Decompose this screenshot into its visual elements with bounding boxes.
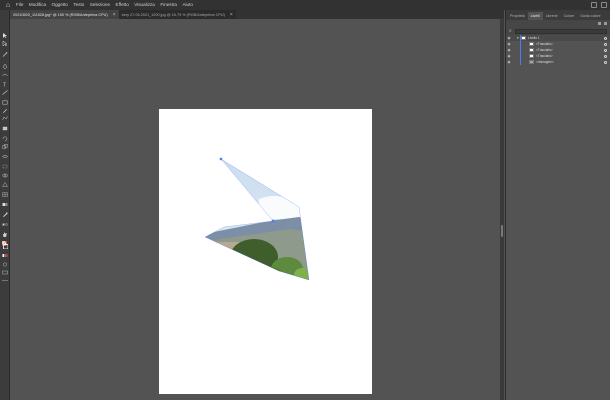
screen-mode-icon[interactable] [2,270,8,275]
clipped-image[interactable] [159,109,372,394]
layer-name[interactable]: <Immagine> [536,60,554,64]
width-tool-icon[interactable] [2,154,8,159]
vertical-scrollbar[interactable] [500,19,504,400]
artboard[interactable] [159,109,372,394]
scrollbar-thumb[interactable] [501,225,503,237]
panel-actions [506,20,610,27]
anchor-point-1 [219,157,223,161]
tab-label: 20210520_111528.jpg* @ 150 % (RGB/Antepr… [13,12,108,17]
layer-color-indicator [520,59,521,65]
direct-selection-tool-icon[interactable] [2,41,8,46]
svg-text:T: T [3,83,6,87]
pen-tool-icon[interactable] [2,64,8,69]
tab-librerie[interactable]: Librerie [543,12,561,20]
target-icon[interactable] [604,54,607,58]
hand-tool-icon[interactable] [2,232,8,237]
layer-thumbnail [521,36,526,40]
color-mode-icon[interactable] [2,253,8,258]
menu-visualizza[interactable]: Visualizza [134,0,155,10]
mesh-tool-icon[interactable] [2,192,8,197]
shaper-tool-icon[interactable] [2,116,8,121]
blend-tool-icon[interactable] [2,222,8,227]
menu-aiuto[interactable]: Aiuto [182,0,192,10]
layer-name[interactable]: <Tracciato> [536,48,553,52]
eraser-tool-icon[interactable] [2,126,8,131]
tab-guida-colore[interactable]: Guida colore [577,12,603,20]
tab-document-1[interactable]: 20210520_111528.jpg* @ 150 % (RGB/Antepr… [10,10,119,19]
filter-icon[interactable] [598,22,601,25]
maximize-icon[interactable] [601,2,607,8]
tab-label: bery 27.05.2021_1200.jpg @ 15,79 % (RGB/… [121,12,225,17]
tab-document-2[interactable]: bery 27.05.2021_1200.jpg @ 15,79 % (RGB/… [118,10,236,19]
tab-proprieta[interactable]: Proprietà [507,12,528,20]
layer-name[interactable]: Livello 1 [528,36,540,40]
target-icon[interactable] [604,60,607,64]
layer-thumbnail [529,54,534,58]
line-tool-icon[interactable] [2,90,8,95]
document-tabs: 20210520_111528.jpg* @ 150 % (RGB/Antepr… [10,10,504,19]
layer-name[interactable]: <Tracciato> [536,42,553,46]
target-icon[interactable] [604,36,607,40]
close-icon[interactable]: × [113,12,116,18]
menu-bar: ⌂ File Modifica Oggetto Testo Selezione … [0,0,610,10]
visibility-eye-icon[interactable]: ◉ [506,60,512,64]
visibility-eye-icon[interactable]: ◉ [506,54,512,58]
layer-thumbnail [529,42,534,46]
visibility-eye-icon[interactable]: ◉ [506,48,512,52]
eyedropper-tool-icon[interactable] [2,212,8,217]
layer-thumbnail [529,48,534,52]
layer-name[interactable]: <Tracciato> [536,54,553,58]
paintbrush-tool-icon[interactable] [2,108,8,113]
target-icon[interactable] [604,48,607,52]
visibility-eye-icon[interactable]: ◉ [506,36,512,40]
minimize-icon[interactable] [591,2,597,8]
window-controls [591,2,607,8]
perspective-grid-tool-icon[interactable] [2,182,8,187]
visibility-eye-icon[interactable]: ◉ [506,42,512,46]
home-icon[interactable]: ⌂ [0,0,16,10]
menu-finestra[interactable]: Finestra [160,0,177,10]
selection-tool-icon[interactable] [2,33,8,38]
menu-oggetto[interactable]: Oggetto [52,0,68,10]
close-icon[interactable]: × [230,12,233,18]
scale-tool-icon[interactable] [2,144,8,149]
menu-modifica[interactable]: Modifica [29,0,46,10]
curvature-tool-icon[interactable] [2,72,8,77]
fill-stroke-swatch[interactable] [2,241,8,249]
layer-row[interactable]: ◉ <Immagine> [506,59,610,65]
rotate-tool-icon[interactable] [2,136,8,141]
target-icon[interactable] [604,42,607,46]
shape-builder-tool-icon[interactable] [2,173,8,178]
search-input[interactable] [514,28,607,34]
menu-effetto[interactable]: Effetto [116,0,129,10]
layer-thumbnail [529,60,534,64]
menu-file[interactable]: File [16,0,23,10]
panel-tab-bar: Proprietà Livelli Librerie Colore Guida … [506,10,610,20]
menu-selezione[interactable]: Selezione [90,0,110,10]
tools-panel: T [0,10,10,400]
layers-panel: Proprietà Livelli Librerie Colore Guida … [505,10,610,400]
layers-search: ⌕ [506,27,610,35]
panel-menu-icon[interactable] [604,22,607,25]
gradient-tool-icon[interactable] [2,202,8,207]
rectangle-tool-icon[interactable] [2,100,8,105]
free-transform-tool-icon[interactable] [2,164,8,169]
more-tools-icon[interactable] [2,278,8,283]
magic-wand-tool-icon[interactable] [2,52,8,57]
tab-livelli[interactable]: Livelli [527,12,543,20]
type-tool-icon[interactable]: T [2,82,8,87]
search-icon: ⌕ [509,28,512,34]
drawing-modes-icon[interactable] [2,262,8,267]
canvas-workspace[interactable] [10,19,500,400]
menu-testo[interactable]: Testo [73,0,84,10]
anchor-point-2 [271,219,275,223]
tab-colore[interactable]: Colore [561,12,578,20]
